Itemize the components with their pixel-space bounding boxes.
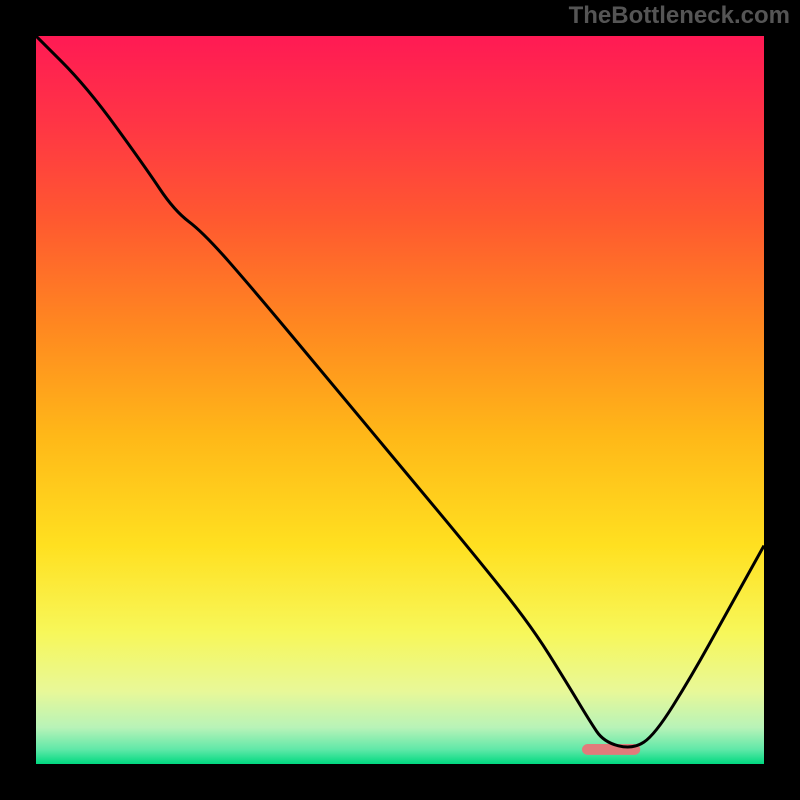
gradient-background	[36, 36, 764, 764]
bottleneck-chart: TheBottleneck.com	[0, 0, 800, 800]
watermark-label: TheBottleneck.com	[569, 2, 790, 30]
chart-svg	[0, 0, 800, 800]
